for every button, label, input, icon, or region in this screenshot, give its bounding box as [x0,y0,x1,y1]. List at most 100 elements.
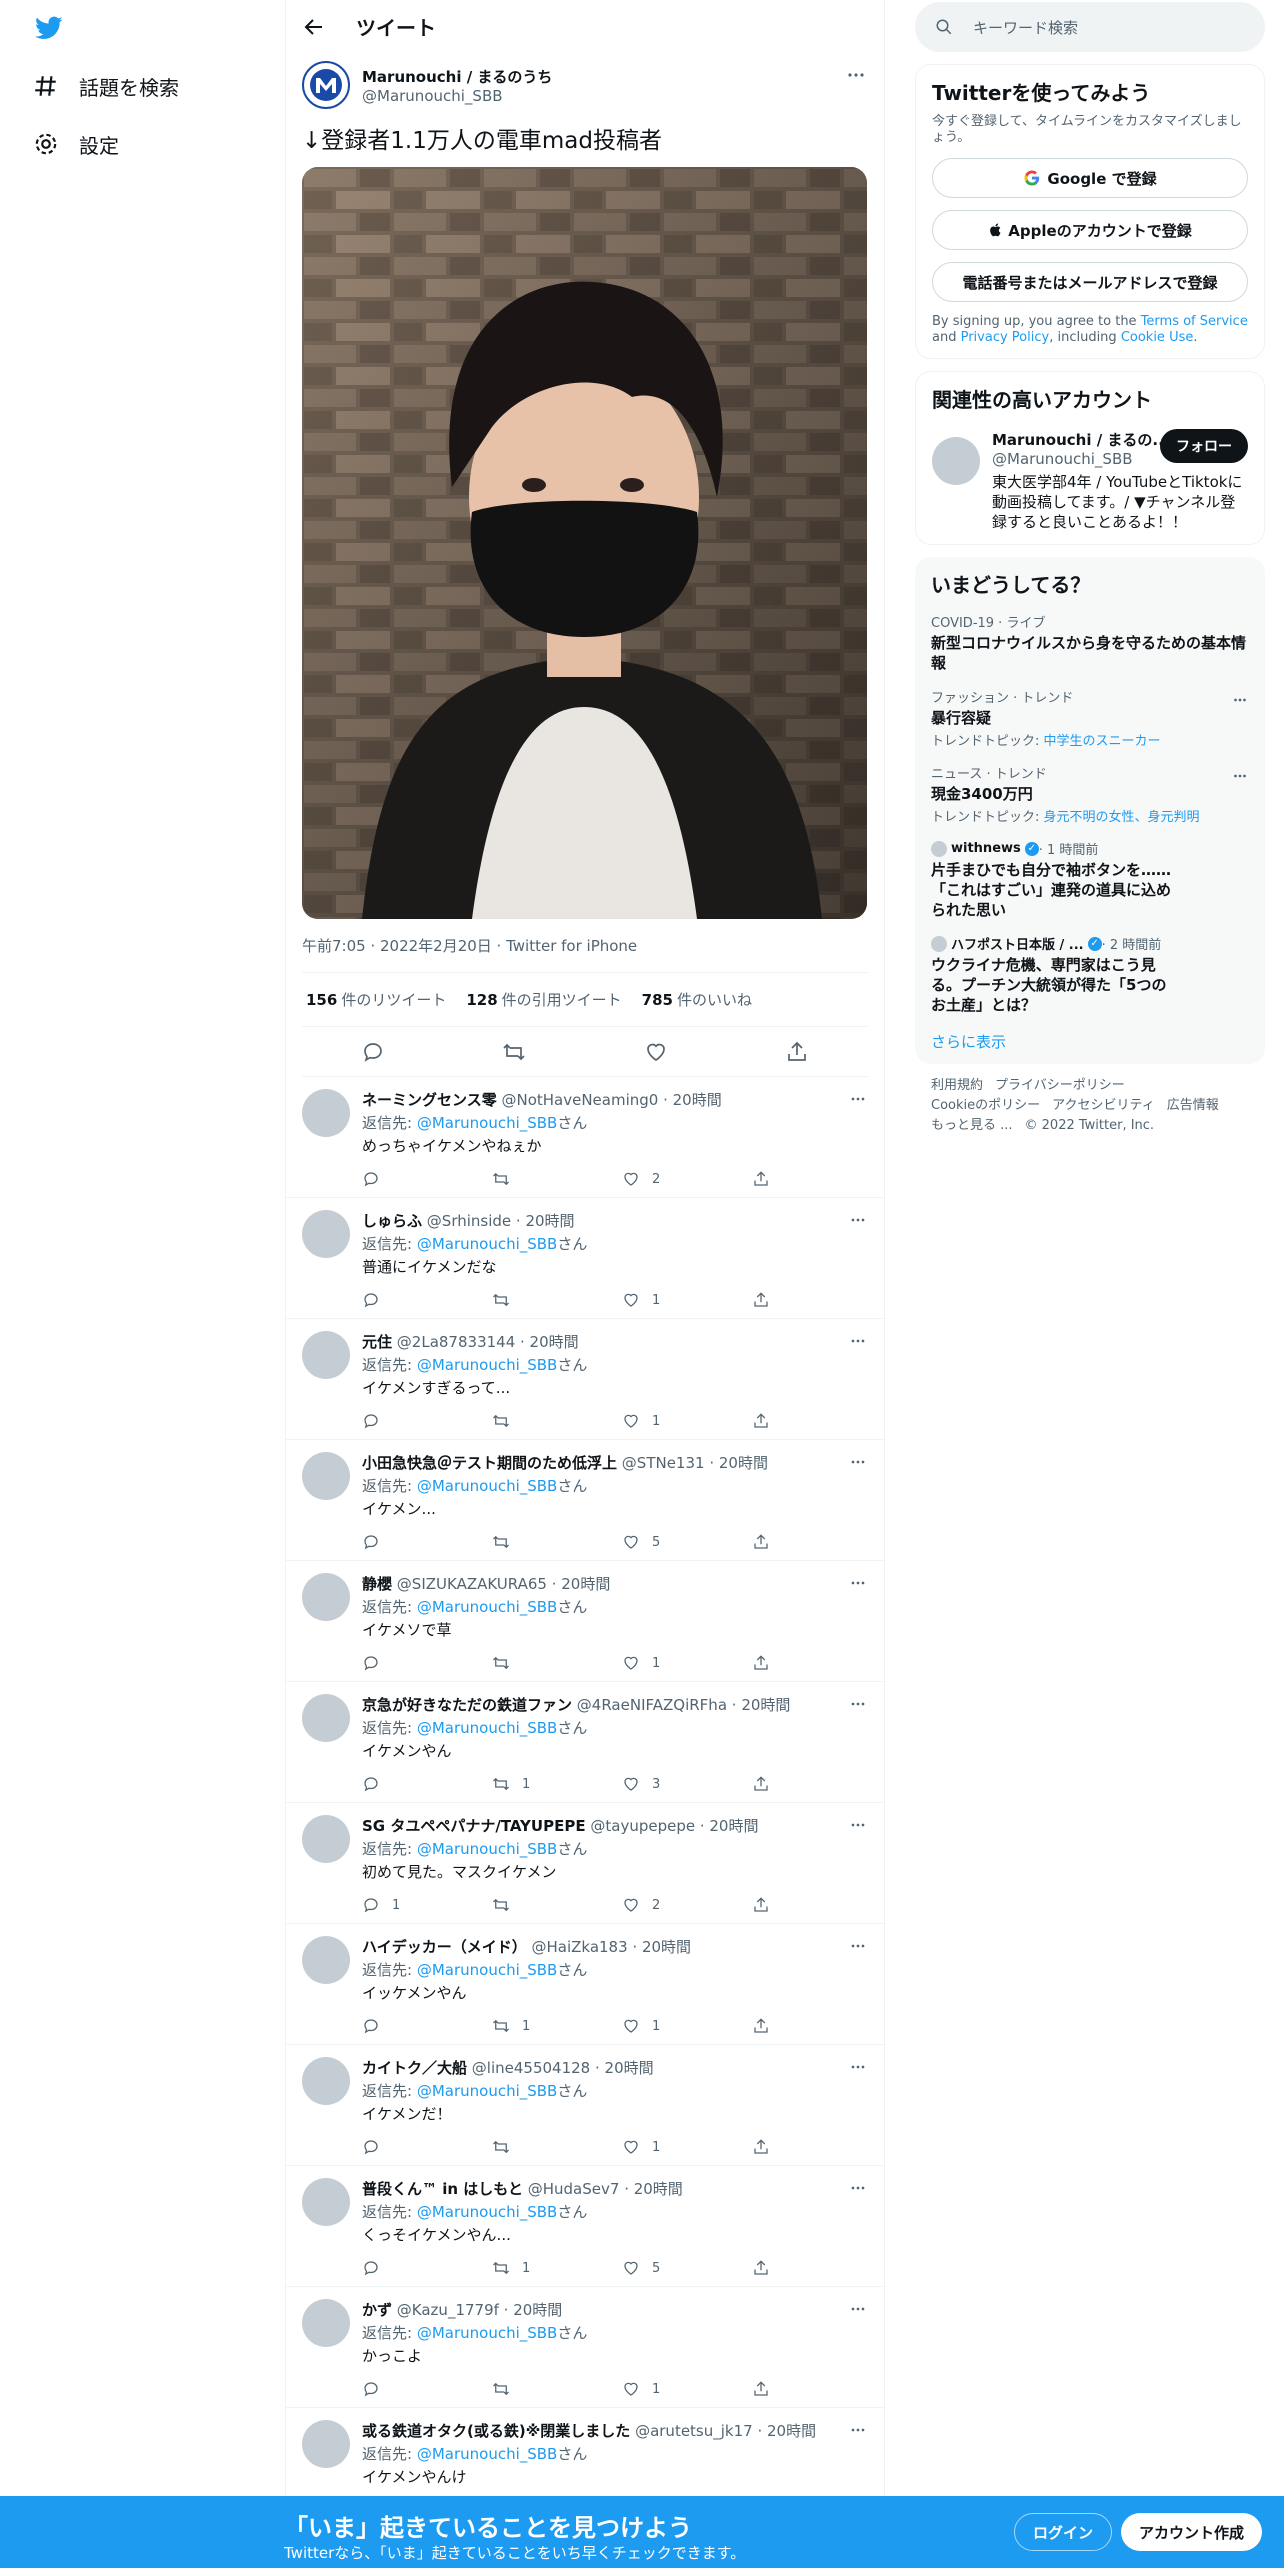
reply-author-name[interactable]: ネーミングセンス零 [362,1091,497,1109]
more-icon[interactable] [848,1331,868,1351]
reply-author-name[interactable]: カイトク／大船 [362,2059,467,2077]
reply-icon[interactable] [361,1040,385,1064]
more-icon[interactable] [848,1452,868,1472]
terms-link[interactable]: Terms of Service [1141,314,1248,329]
reply-share-button[interactable] [752,1654,782,1672]
reply-to-link[interactable]: @Marunouchi_SBB [417,1477,558,1495]
google-signup-button[interactable]: Google で登録 [932,158,1248,198]
reply-retweet-button[interactable] [492,1291,592,1309]
related-avatar[interactable] [932,437,980,485]
reply-like-button[interactable]: 2 [622,1170,722,1188]
related-account[interactable]: Marunouchi / まるの... @Marunouchi_SBB 東大医学… [932,429,1248,532]
reply-share-button[interactable] [752,1533,782,1551]
tweet-photo[interactable] [302,167,867,919]
more-icon[interactable] [848,2299,868,2319]
reply-avatar[interactable] [302,2299,350,2347]
more-icon[interactable] [1231,691,1249,709]
reply-avatar[interactable] [302,2057,350,2105]
reply-share-button[interactable] [752,1412,782,1430]
reply-to-link[interactable]: @Marunouchi_SBB [417,2203,558,2221]
reply-reply-button[interactable] [362,1412,462,1430]
reply-to-link[interactable]: @Marunouchi_SBB [417,2324,558,2342]
more-icon[interactable] [848,1573,868,1593]
reply-like-button[interactable]: 3 [622,1775,722,1793]
author-name[interactable]: Marunouchi / まるのうち [362,66,552,87]
reply-retweet-button[interactable] [492,1170,592,1188]
reply-to-link[interactable]: @Marunouchi_SBB [417,1840,558,1858]
cookie-link[interactable]: Cookie Use [1121,330,1194,345]
retweets-count[interactable]: 156 件のリツイート [306,989,446,1010]
reply-to-link[interactable]: @Marunouchi_SBB [417,1235,558,1253]
reply-retweet-button[interactable]: 1 [492,1775,592,1793]
reply-avatar[interactable] [302,1452,350,1500]
reply-retweet-button[interactable] [492,1896,592,1914]
reply-avatar[interactable] [302,2178,350,2226]
reply-avatar[interactable] [302,1089,350,1137]
reply-like-button[interactable]: 1 [622,2138,722,2156]
follow-button[interactable]: フォロー [1160,429,1248,463]
trend-item[interactable]: ファッション · トレンド 暴行容疑 トレンドトピック: 中学生のスニーカー [931,687,1249,749]
reply-retweet-button[interactable]: 1 [492,2017,592,2035]
reply-like-button[interactable]: 5 [622,1533,722,1551]
more-icon[interactable] [848,1694,868,1714]
trend-item[interactable]: ニュース · トレンド 現金3400万円 トレンドトピック: 身元不明の女性、身元判… [931,763,1249,825]
reply-avatar[interactable] [302,2420,350,2468]
reply-avatar[interactable] [302,1936,350,1984]
reply-avatar[interactable] [302,1573,350,1621]
reply-author-name[interactable]: 小田急快急＠テスト期間のため低浮上 [362,1454,617,1472]
more-icon[interactable] [848,2178,868,2198]
search-input[interactable]: キーワード検索 [915,2,1265,52]
footer-terms[interactable]: 利用規約 [931,1078,983,1093]
reply-to-link[interactable]: @Marunouchi_SBB [417,1961,558,1979]
reply-author-name[interactable]: しゅらふ [362,1212,422,1230]
reply-like-button[interactable]: 1 [622,1412,722,1430]
reply-share-button[interactable] [752,2017,782,2035]
reply-author-name[interactable]: 或る鉄道オタク(或る鉄)※閉業しました [362,2422,630,2440]
footer-cookie[interactable]: Cookieのポリシー [931,1098,1040,1113]
more-icon[interactable] [848,2057,868,2077]
phone-signup-button[interactable]: 電話番号またはメールアドレスで登録 [932,262,1248,302]
reply-item[interactable]: しゅらふ @Srhinside · 20時間 返信先: @Marunouchi_S… [286,1198,884,1319]
share-icon[interactable] [785,1040,809,1064]
reply-share-button[interactable] [752,1291,782,1309]
more-icon[interactable] [1231,767,1249,785]
reply-like-button[interactable]: 2 [622,1896,722,1914]
reply-item[interactable]: かず @Kazu_1779f · 20時間 返信先: @Marunouchi_SB… [286,2287,884,2408]
reply-avatar[interactable] [302,1210,350,1258]
reply-item[interactable]: カイトク／大船 @line45504128 · 20時間 返信先: @Maruno… [286,2045,884,2166]
reply-to-link[interactable]: @Marunouchi_SBB [417,2445,558,2463]
privacy-link[interactable]: Privacy Policy [961,330,1050,345]
reply-share-button[interactable] [752,1170,782,1188]
reply-to-link[interactable]: @Marunouchi_SBB [417,2082,558,2100]
reply-like-button[interactable]: 1 [622,1654,722,1672]
reply-like-button[interactable]: 1 [622,2017,722,2035]
reply-share-button[interactable] [752,2138,782,2156]
back-arrow-icon[interactable] [302,15,326,39]
reply-author-name[interactable]: SG タユペペパナナ/TAYUPEPE [362,1817,586,1835]
reply-author-name[interactable]: かず [362,2301,392,2319]
reply-avatar[interactable] [302,1694,350,1742]
reply-item[interactable]: 普段くん™ in はしもと @HudaSev7 · 20時間 返信先: @Maru… [286,2166,884,2287]
footer-more[interactable]: もっと見る ... [931,1118,1013,1133]
reply-like-button[interactable]: 1 [622,2380,722,2398]
trend-item[interactable]: COVID-19 · ライブ 新型コロナウイルスから身を守るための基本情報 [931,612,1249,673]
reply-author-name[interactable]: 元住 [362,1333,392,1351]
apple-signup-button[interactable]: Appleのアカウントで登録 [932,210,1248,250]
reply-reply-button[interactable] [362,1170,462,1188]
reply-item[interactable]: SG タユペペパナナ/TAYUPEPE @tayupepepe · 20時間 返信… [286,1803,884,1924]
reply-to-link[interactable]: @Marunouchi_SBB [417,1719,558,1737]
reply-author-name[interactable]: 静櫻 [362,1575,392,1593]
reply-reply-button[interactable] [362,1533,462,1551]
reply-share-button[interactable] [752,2259,782,2277]
reply-item[interactable]: ネーミングセンス零 @NotHaveNeaming0 · 20時間 返信先: @M… [286,1077,884,1198]
reply-reply-button[interactable]: 1 [362,1896,462,1914]
login-button[interactable]: ログイン [1014,2513,1113,2551]
nav-explore[interactable]: 話題を検索 [33,66,179,106]
reply-to-link[interactable]: @Marunouchi_SBB [417,1598,558,1616]
reply-reply-button[interactable] [362,2259,462,2277]
reply-author-name[interactable]: ハイデッカー（メイド） [362,1938,527,1956]
trend-topic-link[interactable]: 身元不明の女性、身元判明 [1044,810,1200,825]
reply-item[interactable]: 元住 @2La87833144 · 20時間 返信先: @Marunouchi_S… [286,1319,884,1440]
more-icon[interactable] [844,63,868,87]
twitter-logo-icon[interactable] [33,14,65,42]
